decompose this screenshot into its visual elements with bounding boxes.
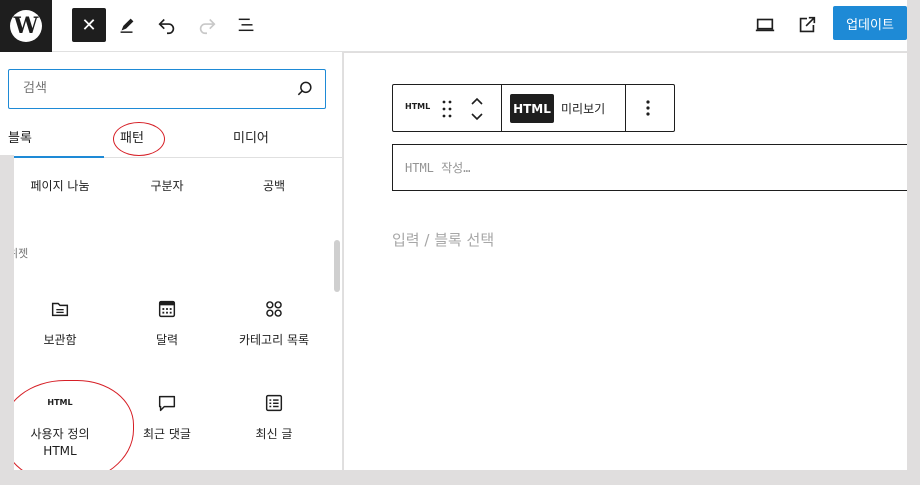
more-options-icon[interactable] xyxy=(638,98,658,118)
inserter-tabs: 블록 패턴 미디어 xyxy=(0,116,343,158)
redo-button[interactable] xyxy=(190,8,224,42)
calendar-icon xyxy=(158,300,176,318)
panel-scrollbar[interactable] xyxy=(334,240,340,292)
block-inserter-panel: 블록 패턴 미디어 페이지 나눔 구분자 공백 위젯 보관함 달력 카테고리 목… xyxy=(0,52,343,484)
wordpress-logo-button[interactable]: W xyxy=(0,0,52,52)
redo-icon xyxy=(199,18,216,35)
list-view-icon xyxy=(238,18,254,32)
block-label: 공백 xyxy=(262,179,286,193)
search-input[interactable] xyxy=(9,70,289,106)
inserter-search[interactable] xyxy=(8,69,326,109)
document-outline-button[interactable] xyxy=(230,8,264,42)
editor-canvas: HTML HTML 미리보기 HTML 작성… 입력 / 블록 선택 xyxy=(344,53,920,470)
block-label: 보관함 xyxy=(43,333,77,347)
archive-icon xyxy=(51,302,69,317)
desktop-icon xyxy=(755,18,775,32)
preview-tab-button[interactable]: 미리보기 xyxy=(561,100,605,117)
block-item-page-break[interactable]: 페이지 나눔 xyxy=(8,178,112,195)
block-item-latest-comments[interactable]: 최근 댓글 xyxy=(115,392,219,443)
toolbar-separator xyxy=(625,85,626,131)
window-edge-right xyxy=(907,0,920,485)
search-icon xyxy=(297,81,312,96)
close-icon: ✕ xyxy=(81,14,97,36)
wordpress-logo-icon: W xyxy=(10,10,42,42)
block-label: 달력 xyxy=(155,333,179,347)
tools-button[interactable] xyxy=(110,8,144,42)
block-item-separator[interactable]: 구분자 xyxy=(115,178,219,195)
undo-icon xyxy=(158,18,175,35)
view-post-button[interactable] xyxy=(790,8,824,42)
block-label: 최근 댓글 xyxy=(143,427,191,441)
block-label: 구분자 xyxy=(150,179,184,193)
window-edge xyxy=(0,155,14,485)
close-inserter-button[interactable]: ✕ xyxy=(72,8,106,42)
html-code-textarea[interactable]: HTML 작성… xyxy=(392,144,920,191)
block-type-indicator[interactable]: HTML xyxy=(405,102,430,111)
post-list-icon xyxy=(265,394,283,412)
active-tab-indicator xyxy=(0,156,104,158)
editor-header: W ✕ 업데이트 xyxy=(0,0,920,52)
block-label: 페이지 나눔 xyxy=(30,179,90,193)
block-item-calendar[interactable]: 달력 xyxy=(115,298,219,349)
html-tab-button[interactable]: HTML xyxy=(510,94,554,123)
window-edge-bottom xyxy=(0,470,920,485)
pencil-icon xyxy=(120,18,134,33)
undo-button[interactable] xyxy=(150,8,184,42)
block-item-latest-posts[interactable]: 최신 글 xyxy=(222,392,326,443)
comment-icon xyxy=(158,395,176,412)
preview-button[interactable] xyxy=(748,8,782,42)
block-toolbar: HTML HTML 미리보기 xyxy=(392,84,675,132)
html-placeholder: HTML 작성… xyxy=(405,161,471,175)
move-up-down-icon[interactable] xyxy=(469,95,485,123)
update-button[interactable]: 업데이트 xyxy=(833,6,907,40)
red-annotation-circle-patterns xyxy=(113,122,165,156)
block-item-archives[interactable]: 보관함 xyxy=(8,298,112,349)
default-block-appender[interactable]: 입력 / 블록 선택 xyxy=(392,229,494,250)
block-item-categories[interactable]: 카테고리 목록 xyxy=(222,298,326,349)
block-label: 최신 글 xyxy=(255,427,293,441)
block-label: 카테고리 목록 xyxy=(238,333,310,347)
block-item-spacer[interactable]: 공백 xyxy=(222,178,326,195)
toolbar-separator xyxy=(501,85,502,131)
tab-blocks[interactable]: 블록 xyxy=(8,127,32,146)
drag-handle-icon[interactable] xyxy=(441,99,453,119)
tab-media[interactable]: 미디어 xyxy=(233,127,269,146)
external-link-icon xyxy=(799,16,816,33)
categories-icon xyxy=(266,301,282,317)
